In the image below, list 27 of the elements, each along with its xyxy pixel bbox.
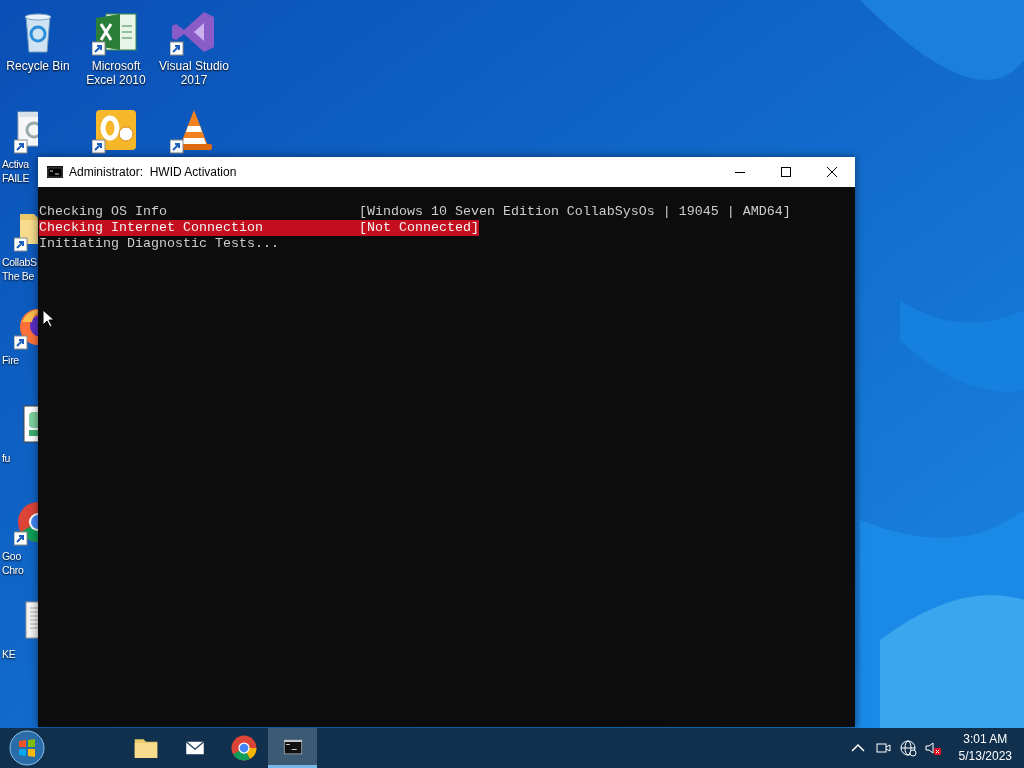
console-icon — [47, 166, 63, 178]
icon-label: fu — [2, 451, 11, 465]
cursor-icon — [42, 309, 54, 328]
window-title: Administrator: HWID Activation — [69, 165, 238, 179]
console-line: Initiating Diagnostic Tests... — [39, 236, 280, 252]
icon-label: Visual Studio — [159, 59, 229, 73]
muted-speaker-icon[interactable] — [923, 739, 942, 757]
icon-label: The Be — [2, 269, 35, 283]
icon-label: Goo — [2, 549, 21, 563]
icon-label: Fire — [2, 353, 19, 367]
icon-label: 2017 — [180, 73, 208, 87]
close-icon — [827, 167, 837, 177]
icon-label: FAILE — [2, 171, 30, 185]
icon-label: Activa — [2, 157, 29, 171]
icon-label: KE — [2, 647, 16, 661]
start-button[interactable] — [8, 729, 46, 767]
icon-label: Excel 2010 — [86, 73, 146, 87]
clock[interactable]: 3:01 AM 5/13/2023 — [954, 731, 1016, 765]
taskbar-console-button[interactable] — [268, 728, 317, 768]
icon-label: Microsoft — [91, 59, 141, 73]
console-line: Checking OS Info [Windows 10 Seven Edition CollabSysOs | 19045 | AMD64] — [39, 204, 791, 220]
icon-label: Chro — [2, 563, 24, 577]
windows-logo-icon — [8, 729, 46, 767]
globe-icon[interactable] — [898, 739, 917, 757]
maximize-icon — [781, 167, 791, 177]
icon-label: CollabS — [2, 255, 37, 269]
icon-label: Recycle Bin — [6, 59, 70, 73]
